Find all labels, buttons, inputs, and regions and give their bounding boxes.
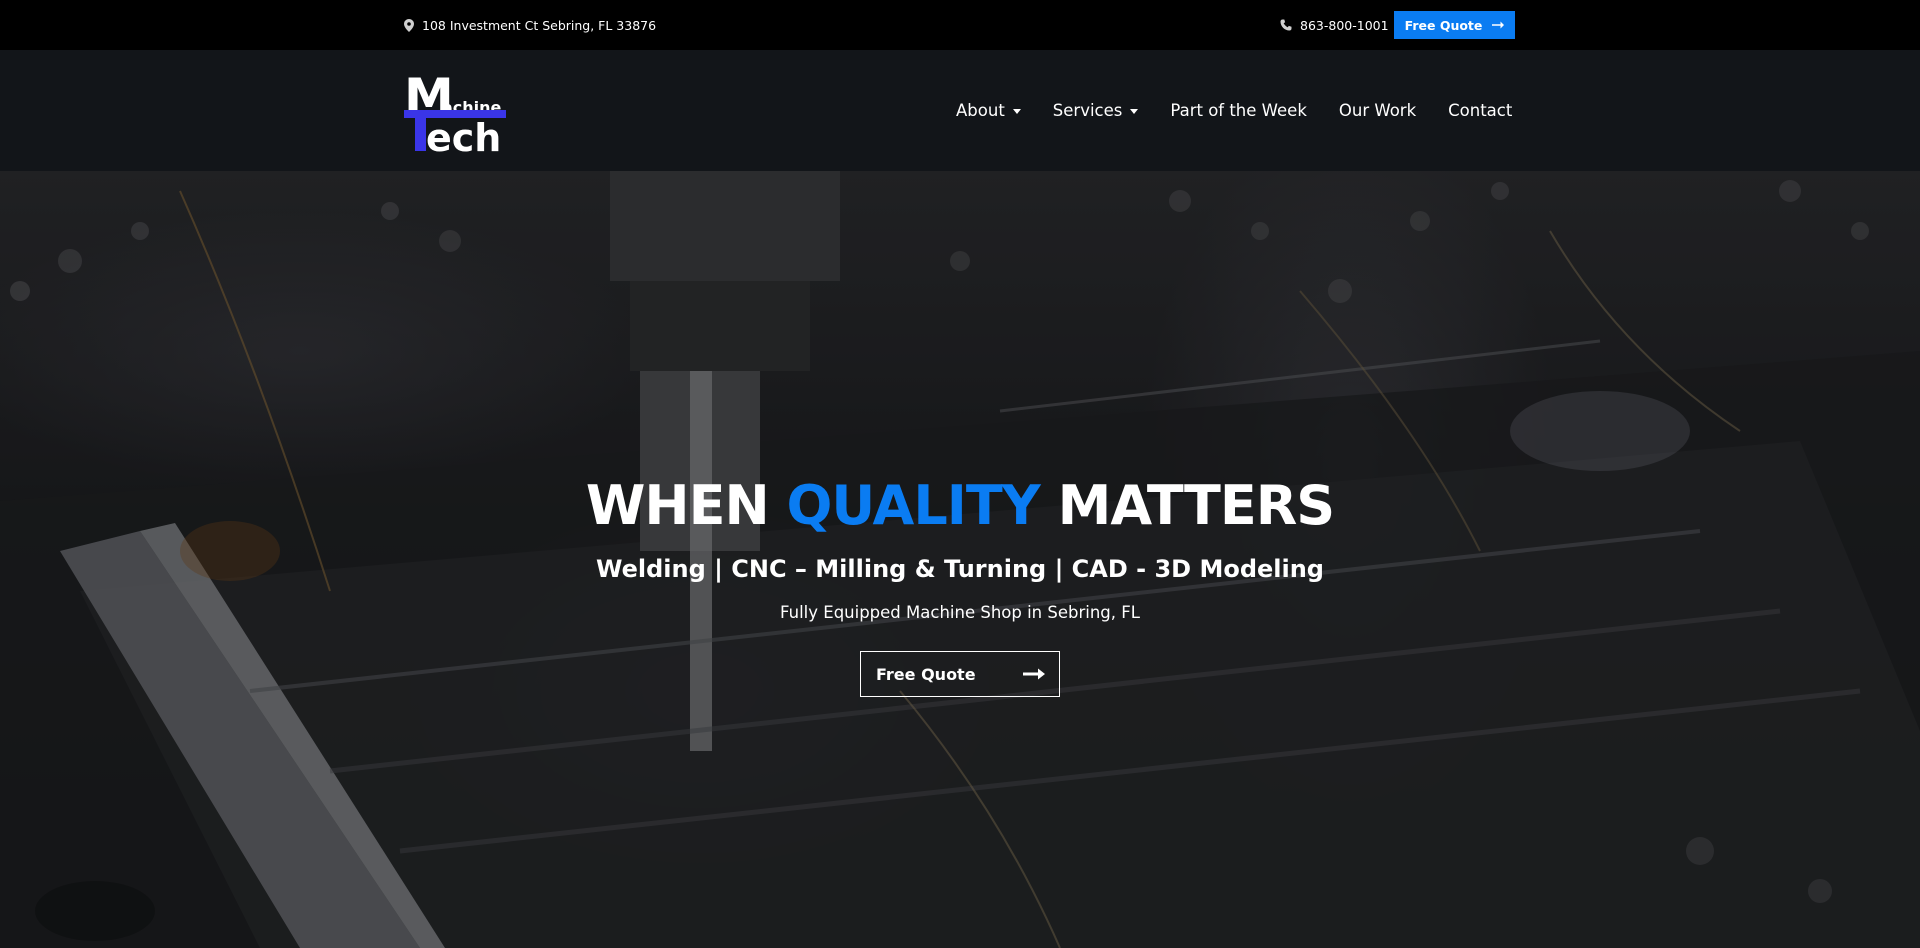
hero-content: WHEN QUALITY MATTERS Welding | CNC – Mil… bbox=[0, 171, 1920, 948]
nav-item-contact[interactable]: Contact bbox=[1448, 101, 1512, 120]
nav-item-label: Our Work bbox=[1338, 101, 1417, 120]
phone-text: 863-800-1001 bbox=[1300, 17, 1389, 33]
nav-item-about[interactable]: About bbox=[956, 101, 1021, 120]
phone-icon bbox=[1280, 19, 1292, 31]
chevron-down-icon bbox=[1130, 109, 1139, 114]
nav-item-services[interactable]: Services bbox=[1053, 101, 1139, 120]
top-bar: 108 Investment Ct Sebring, FL 33876 863-… bbox=[0, 0, 1920, 50]
hero-section: WHEN QUALITY MATTERS Welding | CNC – Mil… bbox=[0, 171, 1920, 948]
nav-item-label: Part of the Week bbox=[1170, 101, 1307, 120]
arrow-right-icon bbox=[1023, 668, 1045, 680]
top-free-quote-button[interactable]: Free Quote bbox=[1394, 11, 1515, 39]
phone-block[interactable]: 863-800-1001 bbox=[1280, 0, 1389, 50]
address-block[interactable]: 108 Investment Ct Sebring, FL 33876 bbox=[404, 0, 656, 50]
logo-t-stem bbox=[415, 118, 426, 151]
machine-tech-logo[interactable]: M achine ech bbox=[404, 70, 506, 152]
chevron-down-icon bbox=[1012, 109, 1021, 114]
hero-subtitle: Welding | CNC – Milling & Turning | CAD … bbox=[595, 555, 1324, 583]
map-pin-icon bbox=[404, 18, 414, 32]
logo-word-ech: ech bbox=[426, 116, 501, 152]
nav-item-label: About bbox=[956, 101, 1005, 120]
hero-title-part1: WHEN bbox=[585, 474, 787, 537]
hero-free-quote-button[interactable]: Free Quote bbox=[860, 651, 1060, 697]
hero-title: WHEN QUALITY MATTERS bbox=[0, 474, 1920, 537]
main-header: M achine ech About Services Part of the … bbox=[0, 50, 1920, 171]
arrow-right-icon bbox=[1492, 21, 1505, 29]
hero-title-part2: MATTERS bbox=[1039, 474, 1336, 537]
nav-item-label: Contact bbox=[1448, 101, 1513, 120]
main-nav: About Services Part of the Week Our Work… bbox=[940, 50, 1528, 171]
nav-item-label: Services bbox=[1052, 101, 1123, 120]
hero-tagline: Fully Equipped Machine Shop in Sebring, … bbox=[780, 603, 1140, 622]
top-free-quote-label: Free Quote bbox=[1404, 17, 1483, 33]
hero-title-accent: QUALITY bbox=[786, 474, 1040, 537]
nav-item-our-work[interactable]: Our Work bbox=[1339, 101, 1416, 120]
address-text: 108 Investment Ct Sebring, FL 33876 bbox=[422, 17, 657, 33]
nav-item-part-of-the-week[interactable]: Part of the Week bbox=[1170, 101, 1307, 120]
hero-free-quote-label: Free Quote bbox=[876, 664, 976, 684]
